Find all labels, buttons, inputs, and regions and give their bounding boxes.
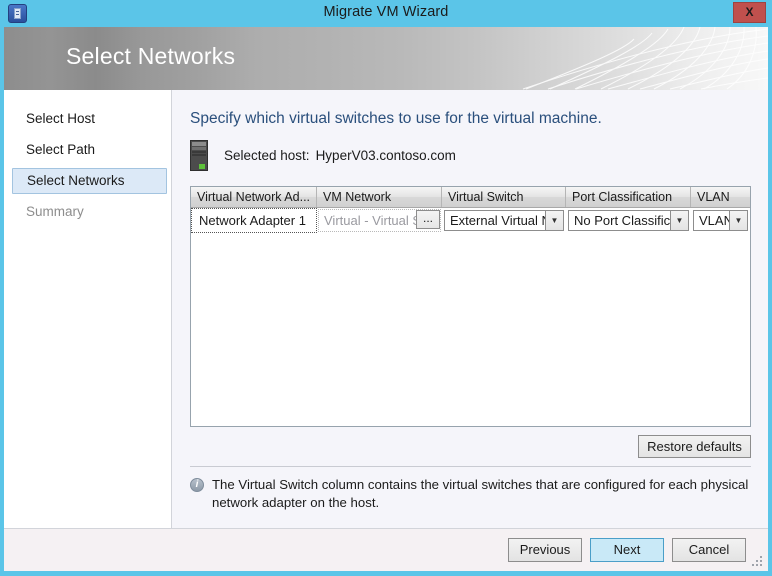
sidebar-item-select-host[interactable]: Select Host: [12, 106, 167, 132]
wizard-content-pane: Specify which virtual switches to use fo…: [172, 90, 768, 528]
window-title: Migrate VM Wizard: [323, 4, 449, 20]
info-message: i The Virtual Switch column contains the…: [190, 476, 751, 512]
cell-port-classification[interactable]: No Port Classifica ▼: [566, 208, 691, 233]
migrate-vm-wizard-window: Migrate VM Wizard X Select Networks Sele…: [0, 0, 772, 576]
cancel-button[interactable]: Cancel: [672, 538, 746, 562]
cell-virtual-switch[interactable]: External Virtual Ne ▼: [442, 208, 566, 233]
info-circle-icon: i: [190, 478, 204, 492]
title-bar: Migrate VM Wizard X: [0, 0, 772, 27]
selected-host-label: Selected host: HyperV03.contoso.com: [224, 148, 456, 163]
network-adapter-grid: Virtual Network Ad... VM Network Virtual…: [190, 186, 751, 427]
port-classification-value: No Port Classifica: [574, 213, 670, 228]
vlan-dropdown[interactable]: VLAN ▼: [693, 210, 748, 231]
banner-title: Select Networks: [66, 43, 236, 69]
info-message-text: The Virtual Switch column contains the v…: [212, 477, 749, 510]
wizard-step-sidebar: Select Host Select Path Select Networks …: [4, 90, 172, 528]
cell-virtual-network-adapter[interactable]: Network Adapter 1: [191, 208, 317, 233]
chevron-down-icon[interactable]: ▼: [729, 211, 747, 230]
cell-vlan[interactable]: VLAN ▼: [691, 208, 750, 233]
banner-mesh-graphic: [522, 27, 768, 90]
grid-header-virtual-network-adapter[interactable]: Virtual Network Ad...: [191, 187, 317, 207]
grid-header-vm-network[interactable]: VM Network: [317, 187, 442, 207]
next-button[interactable]: Next: [590, 538, 664, 562]
vm-network-browse-button[interactable]: ...: [416, 210, 440, 229]
grid-header-virtual-switch[interactable]: Virtual Switch: [442, 187, 566, 207]
page-heading: Specify which virtual switches to use fo…: [190, 110, 602, 127]
content-divider: [190, 466, 751, 467]
resize-grip[interactable]: [752, 556, 764, 568]
server-tower-icon: [190, 140, 208, 171]
cell-vm-network[interactable]: Virtual - Virtual Swi ...: [317, 208, 442, 233]
host-name-value: HyperV03.contoso.com: [315, 148, 456, 163]
chevron-down-icon[interactable]: ▼: [670, 211, 688, 230]
virtual-switch-value: External Virtual Ne: [450, 213, 545, 228]
previous-button[interactable]: Previous: [508, 538, 582, 562]
port-classification-dropdown[interactable]: No Port Classifica ▼: [568, 210, 689, 231]
grid-header-vlan[interactable]: VLAN: [691, 187, 750, 207]
grid-header-row: Virtual Network Ad... VM Network Virtual…: [191, 187, 750, 208]
grid-header-port-classification[interactable]: Port Classification: [566, 187, 691, 207]
wizard-footer: Previous Next Cancel: [4, 528, 768, 571]
adapter-name-value: Network Adapter 1: [199, 213, 306, 228]
host-label-text: Selected host:: [224, 148, 310, 163]
restore-defaults-button[interactable]: Restore defaults: [638, 435, 751, 458]
sidebar-item-summary: Summary: [26, 204, 84, 219]
adapter-name-focus-box: Network Adapter 1: [191, 208, 317, 233]
virtual-switch-dropdown[interactable]: External Virtual Ne ▼: [444, 210, 564, 231]
chevron-down-icon[interactable]: ▼: [545, 211, 563, 230]
sidebar-item-select-networks[interactable]: Select Networks: [12, 168, 167, 194]
table-row[interactable]: Network Adapter 1 Virtual - Virtual Swi …: [191, 208, 750, 233]
sidebar-item-select-path[interactable]: Select Path: [12, 137, 167, 163]
close-button[interactable]: X: [733, 2, 766, 23]
wizard-banner: Select Networks: [4, 27, 768, 90]
vlan-value: VLAN: [699, 213, 729, 228]
